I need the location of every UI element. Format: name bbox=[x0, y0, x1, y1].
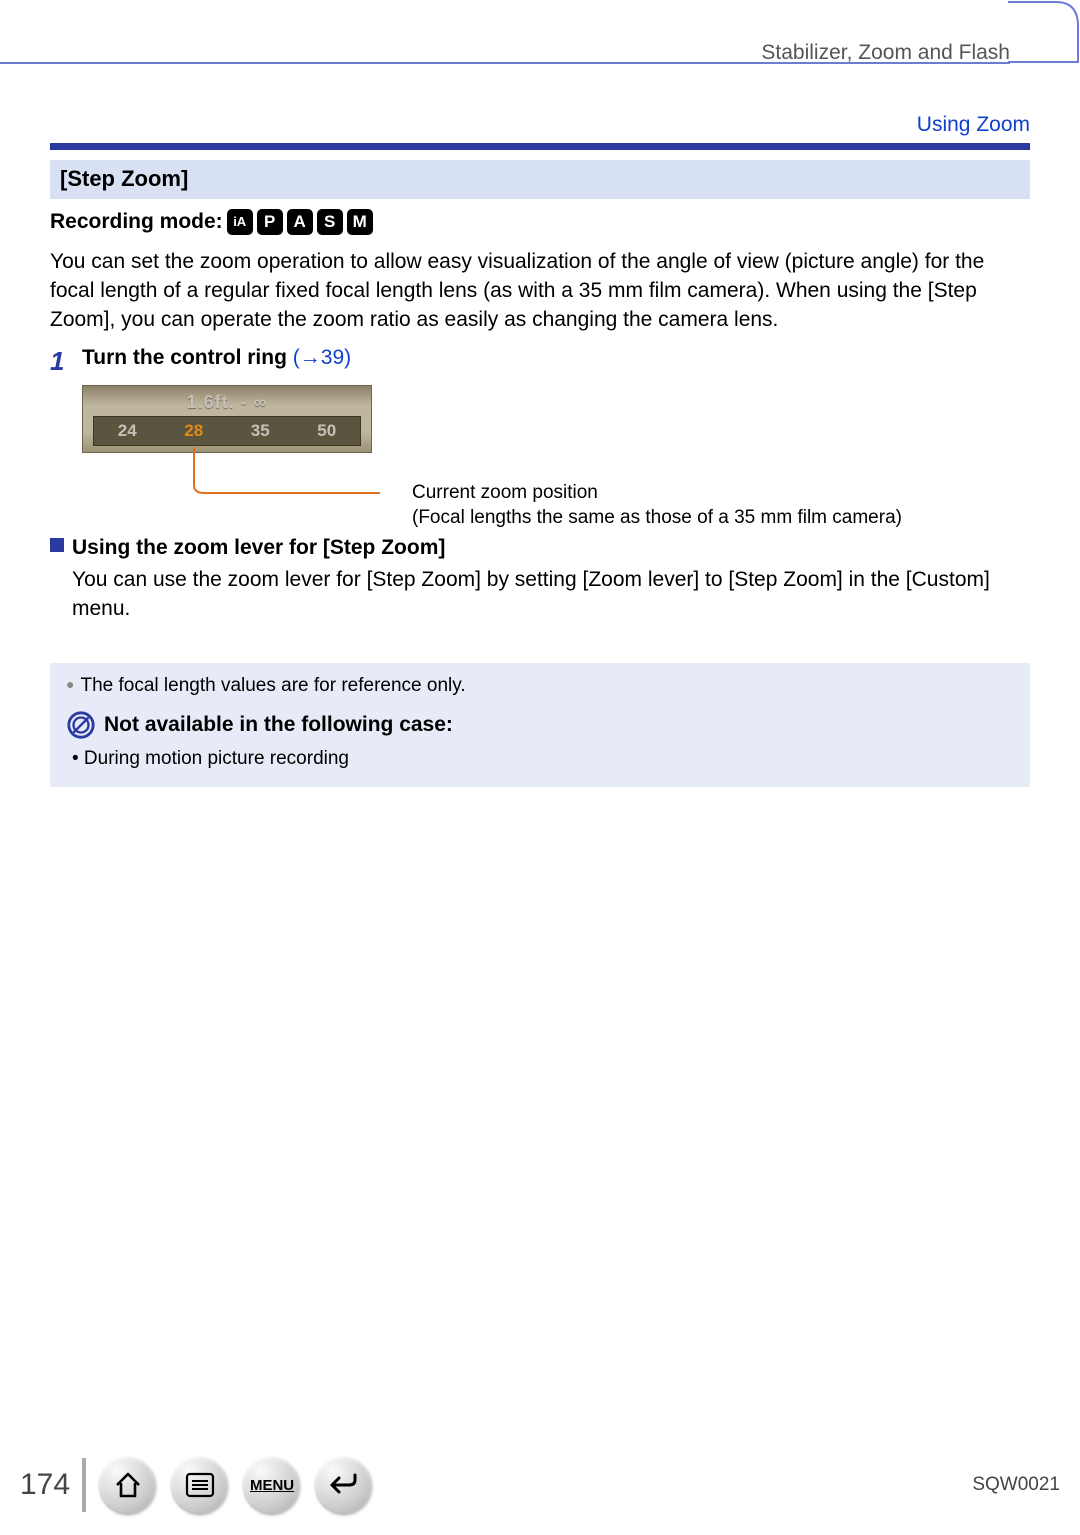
document-id: SQW0021 bbox=[972, 1472, 1060, 1499]
mode-icon-m: M bbox=[347, 209, 373, 235]
lcd-value-3: 50 bbox=[317, 419, 336, 443]
page-header: Stabilizer, Zoom and Flash bbox=[0, 0, 1080, 72]
lcd-value-0: 24 bbox=[118, 419, 137, 443]
description-paragraph: You can set the zoom operation to allow … bbox=[50, 247, 1030, 335]
page-number: 174 bbox=[20, 1464, 70, 1506]
subsection-row: Using the zoom lever for [Step Zoom] bbox=[50, 533, 1030, 562]
home-icon bbox=[114, 1471, 142, 1499]
lcd-value-1: 28 bbox=[184, 419, 203, 443]
callout-caption: Current zoom position (Focal lengths the… bbox=[412, 481, 972, 530]
step-text: Turn the control ring (→39) bbox=[82, 346, 351, 369]
subsection-paragraph: You can use the zoom lever for [Step Zoo… bbox=[72, 565, 1030, 624]
page-footer: 174 MENU SQW0021 bbox=[20, 1455, 1060, 1515]
menu-button[interactable]: MENU bbox=[244, 1457, 300, 1513]
mode-icon-ia: iA bbox=[227, 209, 253, 235]
back-arrow-icon bbox=[329, 1472, 359, 1498]
back-button[interactable] bbox=[316, 1457, 372, 1513]
lcd-illustration: 1.6ft. - ∞ 24 28 35 50 Current zoom posi… bbox=[82, 385, 372, 453]
recording-mode-label: Recording mode: bbox=[50, 207, 223, 236]
not-available-item: • During motion picture recording bbox=[72, 746, 1014, 773]
mode-icon-a: A bbox=[287, 209, 313, 235]
square-bullet-icon bbox=[50, 538, 64, 552]
not-available-icon bbox=[66, 710, 96, 740]
lcd-distance-text: 1.6ft. - ∞ bbox=[83, 390, 371, 415]
contents-button[interactable] bbox=[172, 1457, 228, 1513]
step-xref-link[interactable]: (→39) bbox=[293, 346, 351, 369]
subheading: [Step Zoom] bbox=[50, 160, 1030, 199]
home-button[interactable] bbox=[100, 1457, 156, 1513]
recording-mode-row: Recording mode: iA P A S M bbox=[50, 207, 1030, 236]
content-area: Using Zoom [Step Zoom] Recording mode: i… bbox=[50, 110, 1030, 787]
mode-icon-s: S bbox=[317, 209, 343, 235]
mode-icon-p: P bbox=[257, 209, 283, 235]
menu-label: MENU bbox=[250, 1477, 294, 1494]
notice-line-1: The focal length values are for referenc… bbox=[66, 673, 1014, 700]
callout-line bbox=[190, 447, 380, 495]
chapter-title: Stabilizer, Zoom and Flash bbox=[761, 38, 1010, 67]
subsection-title: Using the zoom lever for [Step Zoom] bbox=[72, 533, 445, 562]
not-available-title: Not available in the following case: bbox=[104, 710, 453, 739]
step-number: 1 bbox=[50, 343, 72, 379]
notice-box: The focal length values are for referenc… bbox=[50, 663, 1030, 786]
list-icon bbox=[185, 1472, 215, 1498]
lcd-value-2: 35 bbox=[251, 419, 270, 443]
section-link[interactable]: Using Zoom bbox=[50, 110, 1030, 143]
step-1-row: 1 Turn the control ring (→39) bbox=[50, 343, 1030, 379]
